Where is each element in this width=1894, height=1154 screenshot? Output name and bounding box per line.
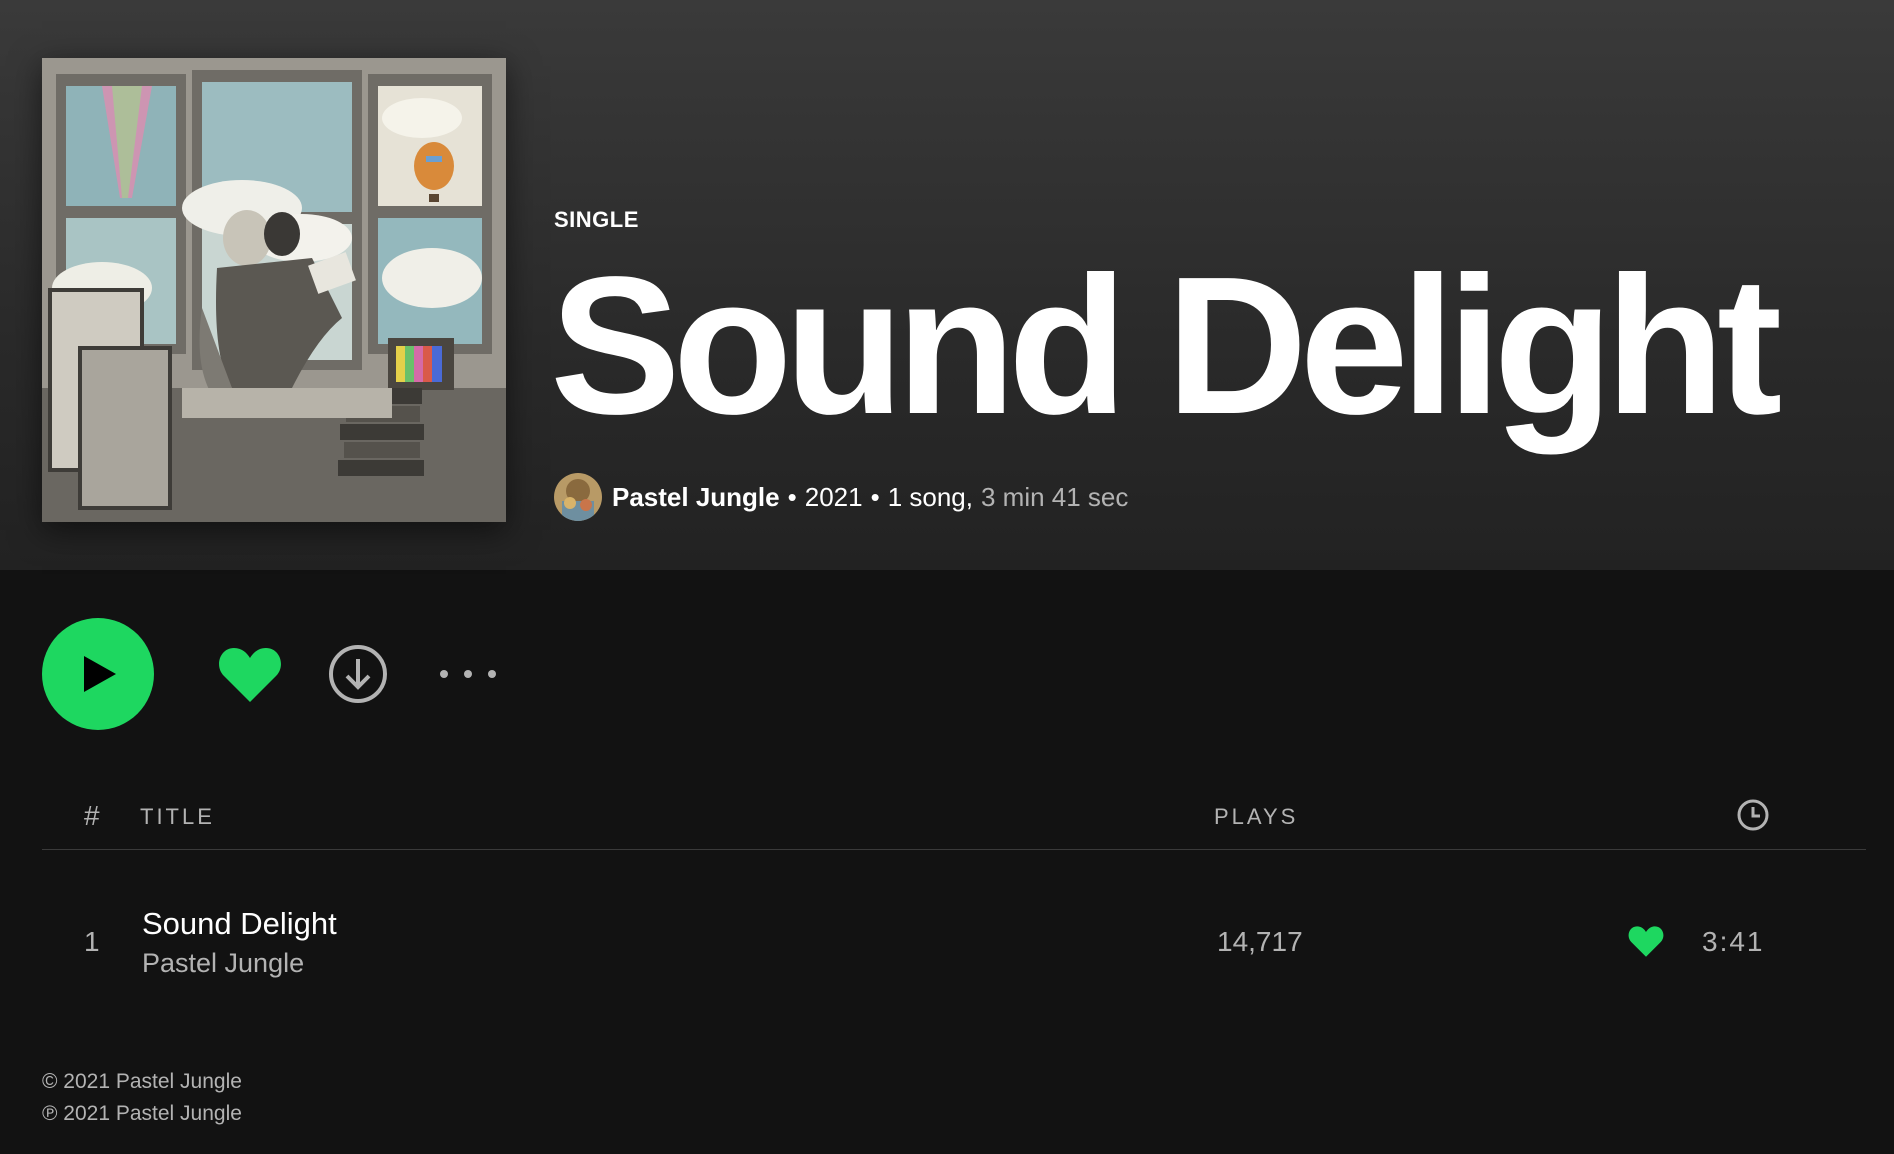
- track-duration: 3:41: [1702, 926, 1765, 957]
- track-number: 1: [84, 926, 100, 957]
- more-icon: [440, 670, 448, 678]
- song-count: 1 song,: [887, 481, 973, 512]
- clock-icon: [1737, 799, 1769, 831]
- album-meta: Pastel Jungle • 2021 • 1 song, 3 min 41 …: [554, 472, 1128, 522]
- action-bar: [42, 618, 496, 730]
- tracklist-header: # TITLE PLAYS: [42, 790, 1866, 850]
- heart-icon: [219, 648, 281, 702]
- album-type-label: SINGLE: [554, 207, 639, 232]
- track-artist[interactable]: Pastel Jungle: [142, 948, 304, 979]
- meta-separator: •: [870, 481, 880, 512]
- album-cover[interactable]: [42, 58, 506, 522]
- phonographic-copyright-text: ℗ 2021 Pastel Jungle: [42, 1102, 242, 1125]
- download-icon: [329, 645, 387, 703]
- track-title[interactable]: Sound Delight: [142, 906, 337, 942]
- more-icon: [488, 670, 496, 678]
- track-heart-icon[interactable]: [1628, 924, 1664, 958]
- total-duration: 3 min 41 sec: [980, 481, 1129, 512]
- album-cover-art: [42, 58, 506, 522]
- album-title: Sound Delight: [550, 236, 1782, 455]
- table-row[interactable]: 1 Sound Delight Pastel Jungle 14,717 3:4…: [42, 890, 1866, 990]
- artist-avatar[interactable]: [554, 473, 602, 521]
- download-button[interactable]: [328, 644, 388, 704]
- meta-separator: •: [787, 481, 797, 512]
- more-options-button[interactable]: [440, 664, 496, 684]
- like-button[interactable]: [218, 644, 282, 704]
- column-title: TITLE: [140, 804, 215, 829]
- copyright-text: © 2021 Pastel Jungle: [42, 1070, 242, 1093]
- more-icon: [464, 670, 472, 678]
- column-plays: PLAYS: [1214, 804, 1299, 829]
- artist-link[interactable]: Pastel Jungle: [612, 482, 780, 513]
- copyright-footer: © 2021 Pastel Jungle ℗ 2021 Pastel Jungl…: [42, 1066, 242, 1130]
- track-plays: 14,717: [1217, 926, 1303, 957]
- column-number: #: [84, 800, 100, 831]
- play-button[interactable]: [42, 618, 154, 730]
- release-year: 2021: [804, 481, 863, 512]
- play-icon: [84, 656, 116, 692]
- album-header: SINGLE Sound Delight Pastel Jungle • 202…: [0, 0, 1894, 570]
